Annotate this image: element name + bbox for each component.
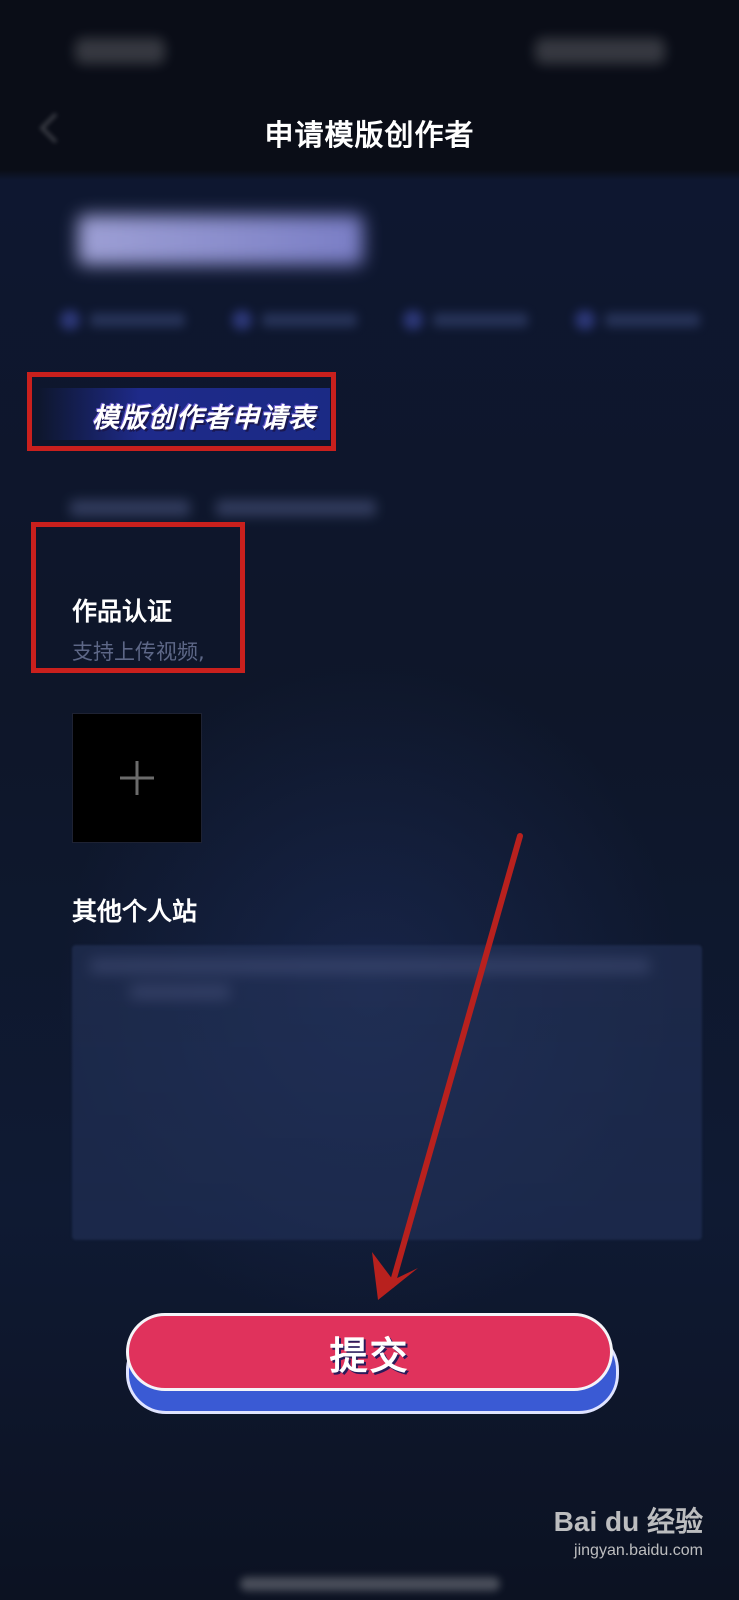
watermark-brand: Bai du 经验 <box>553 1506 703 1537</box>
annotation-arrow <box>372 833 523 1300</box>
home-indicator[interactable] <box>240 1577 500 1591</box>
watermark-url: jingyan.baidu.com <box>574 1542 703 1559</box>
baidu-watermark: Bai du 经验 jingyan.baidu.com <box>554 1500 703 1560</box>
